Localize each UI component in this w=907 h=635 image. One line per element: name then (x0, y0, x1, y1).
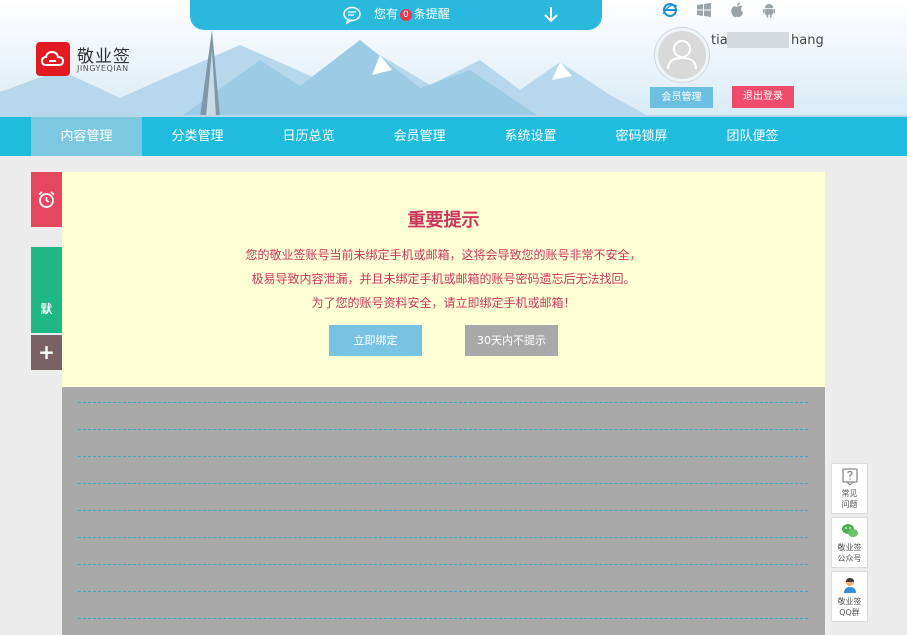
bind-now-button[interactable]: 立即绑定 (329, 325, 422, 356)
faq-button[interactable]: 常见 问题 (831, 463, 868, 514)
tab-team-notes[interactable]: 团队便签 (697, 117, 808, 156)
cloud-logo-icon (41, 50, 65, 66)
note-rule-line (78, 510, 808, 511)
logout-button[interactable]: 退出登录 (732, 86, 794, 108)
alarm-clock-icon (38, 191, 55, 208)
faq-label: 常见 问题 (832, 488, 867, 510)
faq-line-1: 常见 (841, 489, 858, 498)
question-icon (842, 468, 858, 486)
skip-30-days-button[interactable]: 30天内不提示 (465, 325, 558, 356)
alert-line-1: 您的敬业签账号当前未绑定手机或邮箱，这将会导致您的账号非常不安全， (245, 248, 642, 262)
android-icon[interactable] (761, 2, 777, 18)
tab-category-management[interactable]: 分类管理 (142, 117, 253, 156)
note-rule-line (78, 456, 808, 457)
tab-content-management[interactable]: 内容管理 (31, 117, 142, 156)
username-redaction (727, 32, 789, 48)
reminder-tab[interactable] (31, 172, 62, 227)
reminder-prefix: 您有 (374, 7, 399, 21)
wechat-icon (842, 524, 858, 537)
username-end: hang (791, 33, 824, 48)
alert-line-2: 极易导致内容泄漏，并且未绑定手机或邮箱的账号密码遗忘后无法找回。 (251, 272, 636, 286)
apple-icon[interactable] (729, 2, 745, 18)
tab-system-settings[interactable]: 系统设置 (475, 117, 586, 156)
main-navigation: 内容管理 分类管理 日历总览 会员管理 系统设置 密码锁屏 团队便签 (0, 117, 907, 156)
alert-title: 重要提示 (407, 210, 480, 231)
faq-line-2: 问题 (841, 500, 858, 509)
default-category-label: 默认 (31, 274, 62, 316)
note-rule-line (78, 618, 808, 619)
qq-label: 敬业签 QQ群 (832, 596, 867, 618)
avatar[interactable] (655, 28, 709, 82)
default-char-2: 认 (40, 302, 53, 316)
arrow-down-icon[interactable] (544, 6, 558, 24)
note-rule-line (78, 402, 808, 403)
ie-icon[interactable] (662, 2, 678, 18)
tab-member-management[interactable]: 会员管理 (364, 117, 475, 156)
brand-logo[interactable] (36, 42, 70, 76)
tab-calendar-overview[interactable]: 日历总览 (253, 117, 364, 156)
message-icon (343, 6, 361, 25)
member-management-button[interactable]: 会员管理 (650, 87, 713, 108)
note-rule-line (78, 591, 808, 592)
brand-subtitle: JINGYEQIAN (77, 64, 129, 73)
default-category-tab[interactable]: 默认 (31, 247, 62, 333)
wechat-label: 敬业签 公众号 (832, 542, 867, 564)
qq-group-icon (844, 578, 856, 593)
user-avatar-icon (667, 40, 697, 70)
tab-password-lock[interactable]: 密码锁屏 (586, 117, 697, 156)
reminder-text: 您有 0 条提醒 (374, 7, 450, 21)
qq-group-button[interactable]: 敬业签 QQ群 (831, 571, 868, 622)
wechat-account-button[interactable]: 敬业签 公众号 (831, 517, 868, 568)
header: 您有 0 条提醒 敬业签 JINGYEQIAN tia hang 会员管理 退出… (0, 0, 907, 117)
qq-line-1: 敬业签 (837, 597, 862, 606)
qq-line-2: QQ群 (839, 608, 860, 617)
username-start: tia (711, 33, 728, 48)
windows-icon[interactable] (696, 2, 712, 18)
note-rule-line (78, 537, 808, 538)
add-category-button[interactable]: + (31, 335, 62, 370)
note-rule-line (78, 429, 808, 430)
reminder-count-badge: 0 (400, 9, 412, 21)
reminder-notice-bar[interactable]: 您有 0 条提醒 (190, 0, 602, 30)
wechat-line-2: 公众号 (837, 554, 862, 563)
wechat-line-1: 敬业签 (837, 543, 862, 552)
note-rule-line (78, 564, 808, 565)
note-rule-line (78, 483, 808, 484)
security-alert-panel: 重要提示 您的敬业签账号当前未绑定手机或邮箱，这将会导致您的账号非常不安全， 极… (62, 172, 825, 387)
reminder-suffix: 条提醒 (413, 7, 450, 21)
alert-line-3: 为了您的账号资料安全，请立即绑定手机或邮箱！ (311, 296, 576, 310)
